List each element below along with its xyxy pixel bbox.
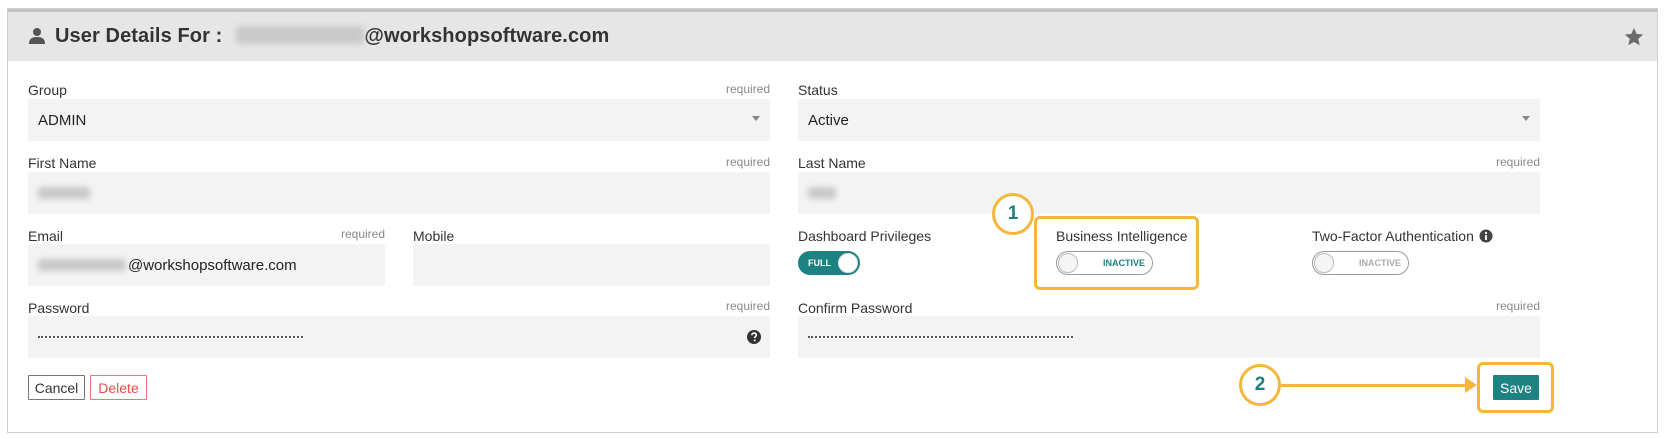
group-required: required <box>725 82 770 96</box>
last-name-label: Last Name <box>798 155 866 171</box>
redacted-username <box>236 26 365 44</box>
two-factor-label: Two-Factor Authentication <box>1312 228 1493 244</box>
title-email-domain: @workshopsoftware.com <box>364 25 610 47</box>
cancel-button[interactable]: Cancel <box>28 375 85 400</box>
chevron-down-icon <box>1522 116 1530 121</box>
user-icon <box>29 28 45 44</box>
dashboard-privileges-label: Dashboard Privileges <box>798 228 932 244</box>
dashboard-privileges-toggle[interactable]: FULL <box>798 251 860 275</box>
two-factor-toggle[interactable]: INACTIVE <box>1312 251 1409 275</box>
page-title: User Details For : @workshopsoftware.com <box>55 25 609 48</box>
email-input[interactable]: @workshopsoftware.com <box>28 244 385 286</box>
delete-button[interactable]: Delete <box>90 375 147 400</box>
confirm-password-mask <box>808 336 1073 338</box>
group-select[interactable]: ADMIN <box>28 99 770 141</box>
last-name-input[interactable] <box>798 172 1540 214</box>
status-value: Active <box>808 111 849 129</box>
confirm-password-required: required <box>1495 299 1540 313</box>
business-intelligence-state: INACTIVE <box>1103 258 1146 268</box>
help-icon[interactable] <box>746 329 762 345</box>
confirm-password-input[interactable] <box>798 316 1540 358</box>
first-name-required: required <box>725 155 770 169</box>
password-input[interactable] <box>28 316 770 358</box>
first-name-input[interactable] <box>28 172 770 214</box>
two-factor-label-text: Two-Factor Authentication <box>1312 228 1474 244</box>
status-label: Status <box>798 82 838 98</box>
panel-header: User Details For : @workshopsoftware.com <box>8 9 1657 61</box>
callout-badge-1: 1 <box>992 193 1034 235</box>
first-name-label: First Name <box>28 155 97 171</box>
toggle-knob <box>1314 253 1334 273</box>
email-required: required <box>340 227 385 241</box>
chevron-down-icon <box>752 116 760 121</box>
email-domain: @workshopsoftware.com <box>128 256 297 274</box>
user-details-panel: User Details For : @workshopsoftware.com … <box>7 8 1658 433</box>
title-prefix: User Details For : <box>55 25 223 47</box>
confirm-password-label: Confirm Password <box>798 300 913 316</box>
callout-arrow-head <box>1465 377 1477 393</box>
callout-badge-2: 2 <box>1239 364 1281 406</box>
business-intelligence-toggle[interactable]: INACTIVE <box>1056 251 1153 275</box>
business-intelligence-label: Business Intelligence <box>1056 228 1188 244</box>
password-label: Password <box>28 300 90 316</box>
toggle-knob <box>1058 253 1078 273</box>
info-icon[interactable] <box>1479 229 1493 243</box>
redacted-first-name <box>38 187 90 199</box>
email-label: Email <box>28 228 64 244</box>
last-name-required: required <box>1495 155 1540 169</box>
save-button[interactable]: Save <box>1493 375 1539 400</box>
mobile-input[interactable] <box>413 244 770 286</box>
redacted-email-user <box>38 259 126 271</box>
group-value: ADMIN <box>38 111 87 129</box>
toggle-knob <box>838 253 858 273</box>
password-required: required <box>725 299 770 313</box>
dashboard-privileges-state: FULL <box>808 258 831 268</box>
redacted-last-name <box>808 187 836 199</box>
star-icon[interactable] <box>1623 26 1645 48</box>
group-label: Group <box>28 82 67 98</box>
status-select[interactable]: Active <box>798 99 1540 141</box>
two-factor-state: INACTIVE <box>1359 258 1402 268</box>
callout-arrow-line <box>1281 384 1467 387</box>
password-mask <box>38 336 303 338</box>
mobile-label: Mobile <box>413 228 455 244</box>
